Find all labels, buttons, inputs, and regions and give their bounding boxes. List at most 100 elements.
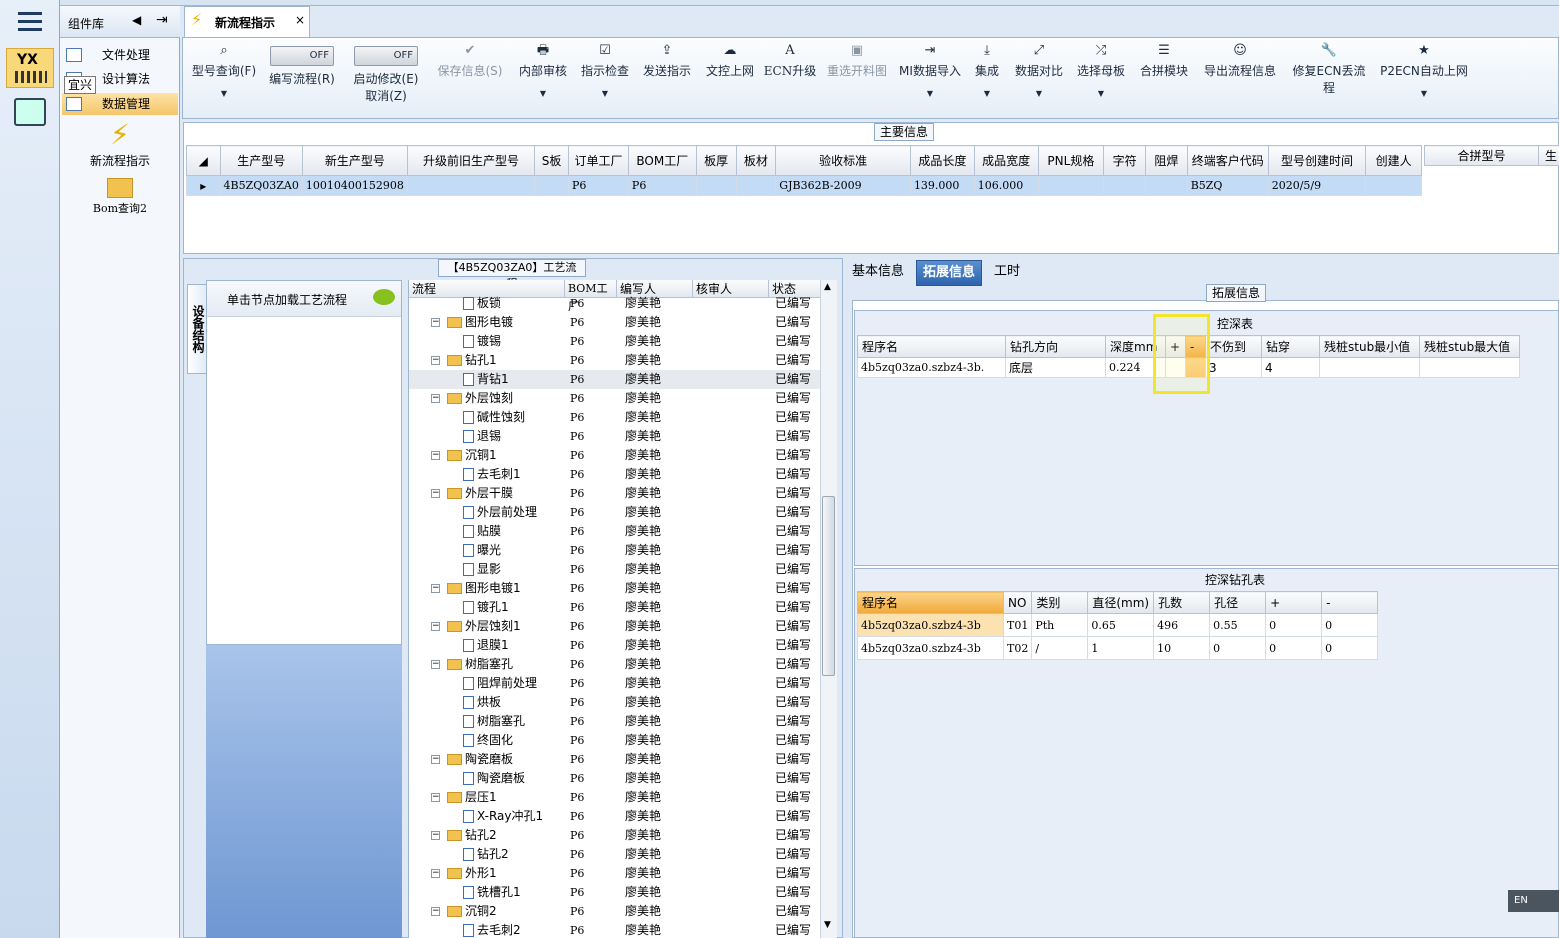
- cell[interactable]: P6: [568, 175, 629, 196]
- col-header[interactable]: 类别: [1031, 591, 1089, 614]
- fix-ecn-button[interactable]: 🔧 修复ECN丢流程: [1287, 38, 1371, 120]
- cell[interactable]: [1037, 175, 1105, 196]
- cell[interactable]: [534, 175, 570, 196]
- col-header[interactable]: 成品长度: [909, 145, 975, 176]
- tab-basic-info[interactable]: 基本信息: [846, 260, 910, 286]
- cell[interactable]: 0.55: [1209, 613, 1267, 637]
- col-header[interactable]: 升级前旧生产型号: [406, 145, 536, 176]
- scroll-down-icon[interactable]: ▼: [824, 920, 831, 930]
- cell[interactable]: [1103, 175, 1146, 196]
- save-info-button[interactable]: ✔ 保存信息(S): [435, 38, 505, 120]
- tree-row[interactable]: − 沉铜1 P6 廖美艳 已编写: [409, 446, 820, 465]
- tree-row[interactable]: − 外层蚀刻1 P6 廖美艳 已编写: [409, 617, 820, 636]
- cell[interactable]: 4B5ZQ03ZA0: [219, 175, 303, 196]
- col-header[interactable]: 新生产型号: [301, 145, 408, 176]
- col-header[interactable]: 合拼型号: [1423, 145, 1540, 166]
- lib-bom-query[interactable]: Bom查询2: [70, 178, 170, 216]
- doc-online-button[interactable]: ☁ 文控上网: [701, 38, 759, 120]
- col-header[interactable]: 创建人: [1365, 145, 1422, 176]
- collapse-icon[interactable]: −: [431, 660, 440, 669]
- table-row[interactable]: 4b5zq03za0.szbz4-3b T02/1 10 0 0 0: [857, 636, 1379, 660]
- tree-row[interactable]: − 图形电镀 P6 廖美艳 已编写: [409, 313, 820, 332]
- collapse-icon[interactable]: −: [431, 907, 440, 916]
- tree-row[interactable]: 钻孔2 P6 廖美艳 已编写: [409, 845, 820, 864]
- chevron-down-icon[interactable]: ▼: [187, 89, 261, 98]
- collapse-icon[interactable]: −: [431, 755, 440, 764]
- model-query-button[interactable]: ⌕ 型号查询(F) ▼: [187, 38, 261, 120]
- tree-row[interactable]: 显影 P6 廖美艳 已编写: [409, 560, 820, 579]
- cell[interactable]: T01: [1002, 613, 1033, 637]
- start-modify-toggle[interactable]: OFF: [354, 46, 418, 66]
- mi-import-button[interactable]: ⇥ MI数据导入 ▼: [897, 38, 963, 120]
- tree-row[interactable]: 树脂塞孔 P6 廖美艳 已编写: [409, 712, 820, 731]
- col-header[interactable]: PNL规格: [1037, 145, 1105, 176]
- scroll-up-icon[interactable]: ▲: [824, 282, 831, 292]
- tree-row[interactable]: 退锡 P6 廖美艳 已编写: [409, 427, 820, 446]
- start-modify-button[interactable]: OFF 启动修改(E) 取消(Z): [349, 38, 423, 120]
- cell[interactable]: 2020/5/9: [1267, 175, 1367, 196]
- pin-icon[interactable]: ⇥: [156, 12, 168, 28]
- col-header[interactable]: 直径(mm): [1087, 591, 1155, 614]
- tree-row[interactable]: − 钻孔2 P6 廖美艳 已编写: [409, 826, 820, 845]
- lib-new-flow[interactable]: ⚡ 新流程指示: [70, 118, 170, 169]
- cell[interactable]: 4b5zq03za0.szbz4-3b: [857, 636, 1004, 660]
- tree-row[interactable]: − 钻孔1 P6 廖美艳 已编写: [409, 351, 820, 370]
- p2ecn-online-button[interactable]: ★ P2ECN自动上网 ▼: [1379, 38, 1469, 120]
- col-header[interactable]: 成品宽度: [973, 145, 1039, 176]
- integrate-button[interactable]: ⤓ 集成 ▼: [969, 38, 1005, 120]
- col-header[interactable]: 终端客户代码: [1186, 145, 1269, 176]
- col-header[interactable]: 订单工厂: [568, 145, 629, 176]
- menu-icon[interactable]: [18, 12, 42, 32]
- cell[interactable]: [1365, 175, 1422, 196]
- tree-row[interactable]: − 沉铜2 P6 廖美艳 已编写: [409, 902, 820, 921]
- tree-row[interactable]: − 外形1 P6 廖美艳 已编写: [409, 864, 820, 883]
- cell[interactable]: T02: [1002, 636, 1033, 660]
- chevron-down-icon[interactable]: ▼: [969, 89, 1005, 98]
- tab-ext-info[interactable]: 拓展信息: [916, 260, 983, 286]
- cell[interactable]: [406, 175, 536, 196]
- col-header[interactable]: 生: [1538, 145, 1559, 166]
- calculator-icon[interactable]: [14, 98, 46, 126]
- cell[interactable]: 0.65: [1087, 613, 1155, 637]
- collapse-icon[interactable]: −: [431, 356, 440, 365]
- cell[interactable]: 0: [1321, 613, 1379, 637]
- yx-app-icon[interactable]: YX: [6, 48, 54, 88]
- ecn-upgrade-button[interactable]: A ECN升级: [763, 38, 817, 120]
- col-header[interactable]: 孔数: [1153, 591, 1211, 614]
- cell[interactable]: /: [1031, 636, 1089, 660]
- tree-row[interactable]: 外层前处理 P6 廖美艳 已编写: [409, 503, 820, 522]
- collapse-icon[interactable]: −: [431, 584, 440, 593]
- cell[interactable]: [695, 175, 737, 196]
- write-flow-toggle[interactable]: OFF: [270, 46, 334, 66]
- tree-row[interactable]: − 层压1 P6 廖美艳 已编写: [409, 788, 820, 807]
- cell[interactable]: Pth: [1031, 613, 1089, 637]
- col-header[interactable]: 残桩stub最小值: [1319, 335, 1420, 358]
- tree-row[interactable]: 板锁 P6 廖美艳 已编写: [409, 294, 820, 313]
- chevron-down-icon[interactable]: ▼: [897, 89, 963, 98]
- tree-row[interactable]: 贴膜 P6 廖美艳 已编写: [409, 522, 820, 541]
- cell[interactable]: 3: [1205, 357, 1262, 378]
- ime-indicator[interactable]: EN: [1508, 890, 1559, 912]
- write-flow-button[interactable]: OFF 编写流程(R): [265, 38, 339, 120]
- cell[interactable]: 0: [1209, 636, 1267, 660]
- tree-row[interactable]: − 树脂塞孔 P6 廖美艳 已编写: [409, 655, 820, 674]
- col-header[interactable]: 不伤到: [1205, 335, 1262, 358]
- collapse-icon[interactable]: −: [431, 831, 440, 840]
- collapse-icon[interactable]: −: [431, 793, 440, 802]
- tree-row[interactable]: 碱性蚀刻 P6 廖美艳 已编写: [409, 408, 820, 427]
- cell[interactable]: B5ZQ: [1186, 175, 1269, 196]
- tree-row[interactable]: 退膜1 P6 廖美艳 已编写: [409, 636, 820, 655]
- tree-row[interactable]: 去毛刺2 P6 廖美艳 已编写: [409, 921, 820, 938]
- cell[interactable]: 4b5zq03za0.szbz4-3b.: [857, 357, 1006, 378]
- col-header[interactable]: 验收标准: [775, 145, 911, 176]
- col-header[interactable]: +: [1265, 591, 1323, 614]
- tree-row[interactable]: − 外层干膜 P6 廖美艳 已编写: [409, 484, 820, 503]
- tab-work-hours[interactable]: 工时: [988, 260, 1026, 286]
- collapse-icon[interactable]: −: [431, 869, 440, 878]
- cell[interactable]: [1319, 357, 1420, 378]
- col-header[interactable]: 型号创建时间: [1267, 145, 1367, 176]
- col-header[interactable]: BOM工厂: [627, 145, 697, 176]
- export-flow-button[interactable]: ☺ 导出流程信息: [1199, 38, 1281, 120]
- tree-row[interactable]: 镀孔1 P6 廖美艳 已编写: [409, 598, 820, 617]
- lib-item-data[interactable]: 数据管理: [62, 93, 178, 115]
